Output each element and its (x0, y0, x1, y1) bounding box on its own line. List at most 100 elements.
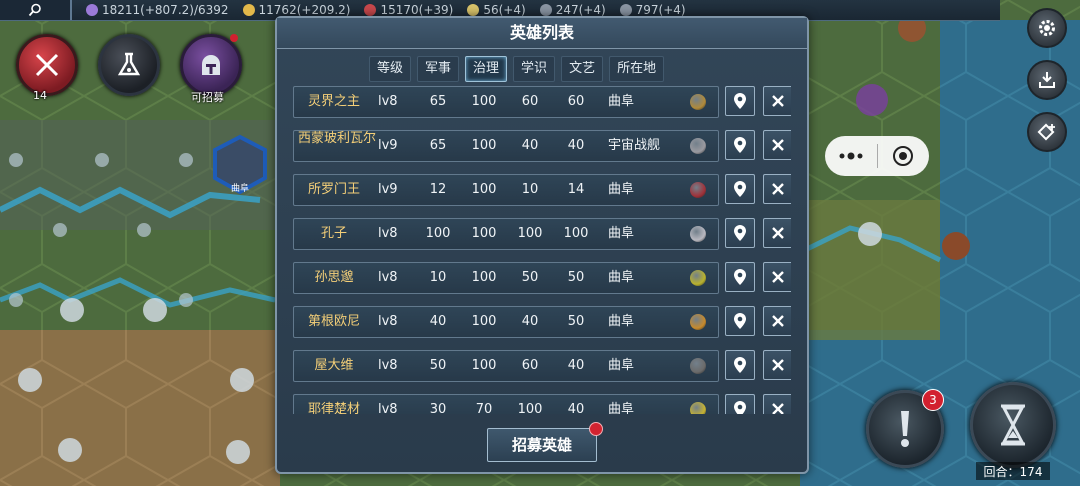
settings-button[interactable] (1027, 8, 1067, 48)
hero-name: 灵界之主 (307, 94, 360, 109)
hero-location: 曲阜 (608, 314, 635, 329)
dismiss-hero-button[interactable] (763, 350, 791, 380)
gear-resource-icon (467, 4, 480, 16)
exclamation-icon (901, 411, 909, 447)
hero-art: 100 (563, 226, 589, 241)
dismiss-hero-button[interactable] (763, 174, 791, 204)
hero-art: 40 (567, 138, 585, 153)
map-pin-icon (734, 93, 746, 109)
locate-hero-button[interactable] (725, 218, 755, 248)
hero-item-icon (690, 138, 706, 154)
hero-item-icon (690, 94, 706, 110)
hero-row[interactable]: 西蒙玻利瓦尔 lv9 65 100 40 40 宇宙战舰 (291, 130, 791, 162)
hero-name: 耶律楚材 (307, 402, 360, 414)
hero-level: lv8 (378, 94, 398, 109)
hero-military: 30 (429, 402, 447, 414)
dismiss-hero-button[interactable] (763, 218, 791, 248)
tab-military[interactable]: 军事 (417, 56, 460, 82)
map-pin-icon (734, 181, 746, 197)
resource-culture: 797(+4) (619, 3, 686, 17)
hero-row[interactable]: 屋大维 lv8 50 100 60 40 曲阜 (291, 350, 791, 382)
tab-knowledge[interactable]: 学识 (513, 56, 556, 82)
map-pin-icon (734, 401, 746, 414)
locate-hero-button[interactable] (725, 130, 755, 160)
tab-level[interactable]: 等级 (369, 56, 412, 82)
hero-level: lv9 (378, 182, 398, 197)
crossed-swords-icon (35, 53, 59, 77)
hero-item-icon (690, 226, 706, 242)
hero-name: 所罗门王 (307, 182, 360, 197)
sort-tabs: 等级 军事 治理 学识 文艺 所在地 (369, 56, 665, 82)
hero-knowledge: 50 (521, 270, 539, 285)
hero-governance: 100 (471, 94, 497, 109)
hero-name: 屋大维 (314, 358, 354, 373)
hero-row[interactable]: 灵界之主 lv8 65 100 60 60 曲阜 (291, 86, 791, 118)
hero-row-info[interactable]: 所罗门王 lv9 12 100 10 14 曲阜 (293, 174, 719, 206)
hero-governance: 100 (471, 226, 497, 241)
hero-row[interactable]: 第根欧尼 lv8 40 100 40 50 曲阜 (291, 306, 791, 338)
dismiss-hero-button[interactable] (763, 262, 791, 292)
hero-row-info[interactable]: 灵界之主 lv8 65 100 60 60 曲阜 (293, 86, 719, 118)
hero-level: lv9 (378, 138, 398, 153)
close-icon (772, 359, 784, 371)
crossed-swords-icon (364, 4, 377, 16)
locate-hero-button[interactable] (725, 262, 755, 292)
tab-art[interactable]: 文艺 (561, 56, 604, 82)
hero-art: 50 (567, 270, 585, 285)
hero-military: 65 (429, 94, 447, 109)
search-button[interactable] (0, 0, 72, 20)
hero-row-info[interactable]: 第根欧尼 lv8 40 100 40 50 曲阜 (293, 306, 719, 338)
close-icon (772, 183, 784, 195)
hero-list[interactable]: 灵界之主 lv8 65 100 60 60 曲阜 西蒙玻利瓦尔 lv9 65 100 40 40 宇宙战舰… (291, 86, 791, 414)
hero-row-info[interactable]: 西蒙玻利瓦尔 lv9 65 100 40 40 宇宙战舰 (293, 130, 719, 162)
dismiss-hero-button[interactable] (763, 130, 791, 160)
hero-level: lv8 (378, 270, 398, 285)
close-miniprogram-button[interactable] (878, 136, 930, 176)
dismiss-hero-button[interactable] (763, 394, 791, 414)
locate-hero-button[interactable] (725, 86, 755, 116)
hero-knowledge: 10 (521, 182, 539, 197)
hero-name: 西蒙玻利瓦尔 (298, 131, 377, 146)
hero-art: 40 (567, 402, 585, 414)
dismiss-hero-button[interactable] (763, 86, 791, 116)
close-icon (772, 315, 784, 327)
end-turn-button[interactable] (970, 382, 1056, 468)
military-button[interactable] (16, 34, 78, 96)
hero-level: lv8 (378, 226, 398, 241)
more-button[interactable] (825, 136, 877, 176)
dialog-title: 英雄列表 (277, 18, 807, 49)
hero-row-info[interactable]: 屋大维 lv8 50 100 60 40 曲阜 (293, 350, 719, 382)
hero-row-info[interactable]: 耶律楚材 lv8 30 70 100 40 曲阜 (293, 394, 719, 414)
military-count: 14 (33, 89, 47, 102)
locate-hero-button[interactable] (725, 306, 755, 336)
alert-count-badge: 3 (922, 389, 944, 411)
close-icon (772, 403, 784, 414)
hero-military: 65 (429, 138, 447, 153)
tab-governance[interactable]: 治理 (465, 56, 508, 82)
hero-military: 10 (429, 270, 447, 285)
close-icon (772, 227, 784, 239)
add-marker-button[interactable] (1027, 112, 1067, 152)
hero-row-info[interactable]: 孔子 lv8 100 100 100 100 曲阜 (293, 218, 719, 250)
locate-hero-button[interactable] (725, 394, 755, 414)
tag-plus-icon (1037, 123, 1055, 141)
save-button[interactable] (1027, 60, 1067, 100)
hero-location: 曲阜 (608, 94, 635, 109)
hero-art: 60 (567, 94, 585, 109)
hero-row[interactable]: 孔子 lv8 100 100 100 100 曲阜 (291, 218, 791, 250)
hero-location: 曲阜 (608, 226, 635, 241)
hero-knowledge: 100 (517, 402, 543, 414)
hero-row[interactable]: 耶律楚材 lv8 30 70 100 40 曲阜 (291, 394, 791, 414)
hero-row[interactable]: 孙思邈 lv8 10 100 50 50 曲阜 (291, 262, 791, 294)
hero-row-info[interactable]: 孙思邈 lv8 10 100 50 50 曲阜 (293, 262, 719, 294)
hero-recruit-button[interactable] (180, 34, 242, 96)
locate-hero-button[interactable] (725, 174, 755, 204)
research-button[interactable] (98, 34, 160, 96)
hero-row[interactable]: 所罗门王 lv9 12 100 10 14 曲阜 (291, 174, 791, 206)
recruit-hero-button[interactable]: 招募英雄 (487, 422, 603, 462)
tab-location[interactable]: 所在地 (609, 56, 665, 82)
close-icon (772, 271, 784, 283)
resource-gold: 11762(+209.2) (242, 3, 350, 17)
dismiss-hero-button[interactable] (763, 306, 791, 336)
locate-hero-button[interactable] (725, 350, 755, 380)
